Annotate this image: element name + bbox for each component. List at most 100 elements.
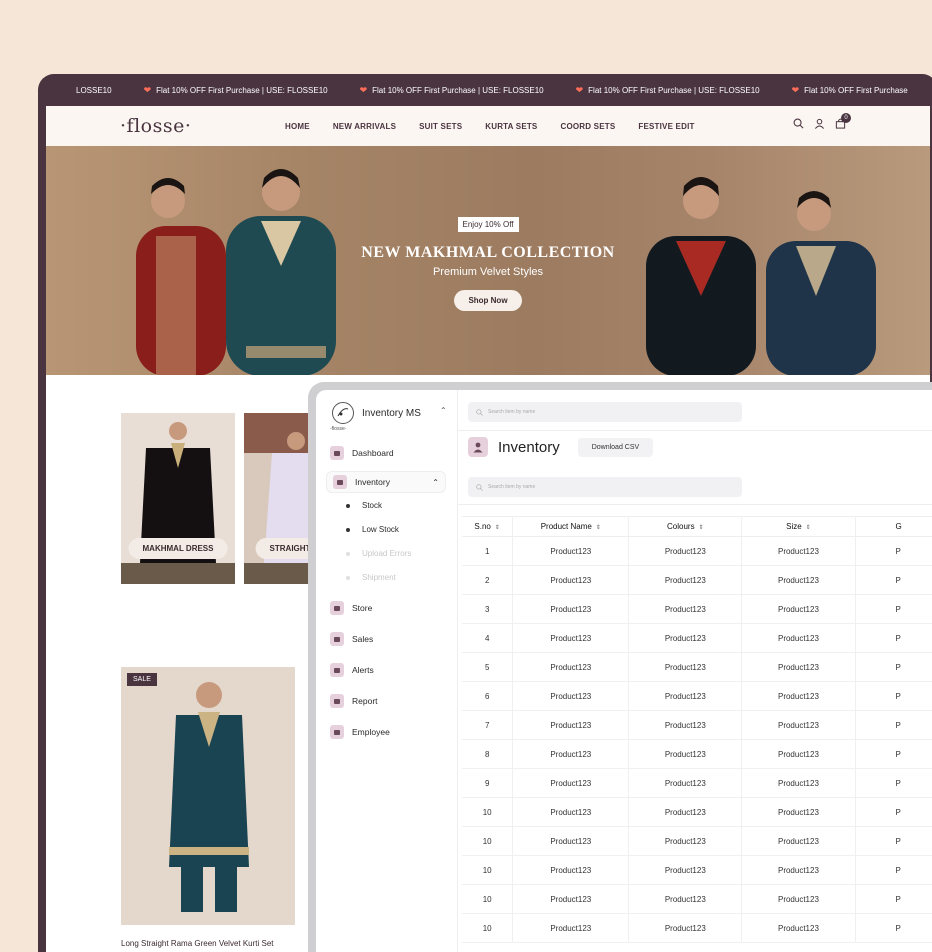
column-header-size[interactable]: Size ⇕ — [741, 516, 856, 537]
sidebar-item-alerts[interactable]: Alerts — [330, 663, 374, 677]
employee-icon — [330, 725, 344, 739]
column-header-colours[interactable]: Colours ⇕ — [628, 516, 743, 537]
column-header-product-name[interactable]: Product Name ⇕ — [512, 516, 630, 537]
table-row[interactable]: 6 Product123 Product123 Product123 P — [462, 681, 932, 711]
table-row[interactable]: 2 Product123 Product123 Product123 P — [462, 565, 932, 595]
sort-icon[interactable]: ⇕ — [495, 525, 500, 531]
table-cell: Product123 — [512, 652, 630, 682]
sort-icon[interactable]: ⇕ — [596, 525, 601, 531]
sidebar-subitem-shipment[interactable]: Shipment — [346, 573, 396, 582]
table-row[interactable]: 3 Product123 Product123 Product123 P — [462, 594, 932, 624]
table-cell: Product123 — [628, 884, 743, 914]
bullet-icon — [346, 575, 350, 580]
dashboard-icon — [330, 446, 344, 460]
table-cell: Product123 — [628, 739, 743, 769]
shop-now-button[interactable]: Shop Now — [454, 290, 522, 311]
table-cell: P — [855, 623, 932, 653]
menu-festive-edit[interactable]: FESTIVE EDIT — [638, 122, 694, 131]
table-cell: 7 — [462, 710, 514, 740]
table-cell: Product123 — [512, 826, 630, 856]
table-cell: Product123 — [512, 797, 630, 827]
table-cell: 10 — [462, 826, 514, 856]
menu-coord-sets[interactable]: COORD SETS — [560, 122, 615, 131]
menu-home[interactable]: HOME — [285, 122, 310, 131]
table-cell: P — [855, 913, 932, 943]
promo-item: ❤ Flat 10% OFF First Purchase — [791, 84, 908, 95]
sidebar-item-report[interactable]: Report — [330, 694, 378, 708]
user-icon[interactable] — [814, 118, 825, 129]
sidebar-item-employee[interactable]: Employee — [330, 725, 390, 739]
cart-count-badge: 0 — [841, 113, 851, 123]
hero-banner[interactable]: Enjoy 10% Off NEW MAKHMAL COLLECTION Pre… — [46, 146, 930, 375]
sidebar-item-inventory[interactable]: Inventory ⌃ — [326, 471, 446, 493]
table-cell: 10 — [462, 913, 514, 943]
table-row[interactable]: 5 Product123 Product123 Product123 P — [462, 652, 932, 682]
table-cell: Product123 — [741, 623, 856, 653]
heart-icon: ❤ — [575, 84, 584, 95]
search-placeholder: Search item by name — [488, 484, 536, 490]
table-cell: P — [855, 536, 932, 566]
product-title[interactable]: Long Straight Rama Green Velvet Kurti Se… — [121, 939, 274, 948]
sidebar-item-label: Dashboard — [352, 448, 394, 458]
table-body: 1 Product123 Product123 Product123 P 2 Product… — [462, 536, 932, 943]
table-row[interactable]: 10 Product123 Product123 Product123 P — [462, 913, 932, 943]
table-row[interactable]: 4 Product123 Product123 Product123 P — [462, 623, 932, 653]
table-row[interactable]: 10 Product123 Product123 Product123 P — [462, 797, 932, 827]
sidebar-subitem-upload-errors[interactable]: Upload Errors — [346, 549, 411, 558]
table-row[interactable]: 10 Product123 Product123 Product123 P — [462, 884, 932, 914]
table-cell: 2 — [462, 565, 514, 595]
table-cell: 9 — [462, 768, 514, 798]
heart-icon: ❤ — [359, 84, 368, 95]
category-card-makhmal[interactable]: MAKHMAL DRESS — [121, 413, 235, 584]
app-name: Inventory MS — [362, 407, 421, 419]
table-cell: Product123 — [741, 565, 856, 595]
hero-title: NEW MAKHMAL COLLECTION — [361, 244, 615, 261]
header-icons: 0 — [793, 113, 851, 129]
table-row[interactable]: 1 Product123 Product123 Product123 P — [462, 536, 932, 566]
chevron-up-icon: ⌃ — [432, 477, 439, 487]
sort-icon[interactable]: ⇕ — [806, 525, 811, 531]
menu-new-arrivals[interactable]: NEW ARRIVALS — [333, 122, 396, 131]
table-cell: P — [855, 855, 932, 885]
sidebar-item-sales[interactable]: Sales — [330, 632, 373, 646]
heart-icon: ❤ — [791, 84, 800, 95]
site-logo[interactable]: ·flosse· — [120, 115, 191, 137]
product-card[interactable]: SALE — [121, 667, 295, 925]
brand[interactable]: Inventory MS — [332, 402, 421, 424]
table-cell: 10 — [462, 797, 514, 827]
table-cell: 4 — [462, 623, 514, 653]
sort-icon[interactable]: ⇕ — [699, 525, 704, 531]
sidebar-item-store[interactable]: Store — [330, 601, 372, 615]
promo-bar: LOSSE10 ❤ Flat 10% OFF First Purchase | U… — [38, 74, 932, 106]
table-search-input[interactable]: Search item by name — [468, 477, 742, 497]
table-cell: 8 — [462, 739, 514, 769]
sidebar-subitem-low-stock[interactable]: Low Stock — [346, 525, 399, 534]
sidebar-item-label: Report — [352, 696, 378, 706]
table-row[interactable]: 10 Product123 Product123 Product123 P — [462, 855, 932, 885]
table-row[interactable]: 9 Product123 Product123 Product123 P — [462, 768, 932, 798]
search-icon[interactable] — [793, 118, 804, 129]
table-cell: Product123 — [512, 623, 630, 653]
table-cell: Product123 — [741, 710, 856, 740]
menu-suit-sets[interactable]: SUIT SETS — [419, 122, 462, 131]
user-icon — [468, 437, 488, 457]
promo-item: ❤ Flat 10% OFF First Purchase | USE: FLOS… — [359, 84, 544, 95]
table-row[interactable]: 8 Product123 Product123 Product123 P — [462, 739, 932, 769]
table-cell: P — [855, 652, 932, 682]
divider — [458, 430, 932, 431]
table-cell: Product123 — [628, 710, 743, 740]
offer-badge: Enjoy 10% Off — [457, 217, 519, 232]
download-csv-button[interactable]: Download CSV — [577, 437, 654, 457]
top-search-input[interactable]: Search item by name — [468, 402, 742, 422]
inventory-dashboard-window: Inventory MS ⌃ -flosse- Dashboard Invent… — [308, 382, 932, 952]
sidebar-item-dashboard[interactable]: Dashboard — [330, 446, 394, 460]
cart-button[interactable]: 0 — [835, 113, 851, 129]
sidebar-subitem-stock[interactable]: Stock — [346, 501, 382, 510]
sidebar-item-label: Shipment — [362, 573, 396, 582]
table-row[interactable]: 10 Product123 Product123 Product123 P — [462, 826, 932, 856]
table-row[interactable]: 7 Product123 Product123 Product123 P — [462, 710, 932, 740]
column-header-g[interactable]: G — [855, 516, 932, 537]
column-header-sno[interactable]: S.no ⇕ — [462, 516, 514, 537]
switcher-chevron-icon[interactable]: ⌃ — [440, 406, 447, 415]
menu-kurta-sets[interactable]: KURTA SETS — [485, 122, 537, 131]
